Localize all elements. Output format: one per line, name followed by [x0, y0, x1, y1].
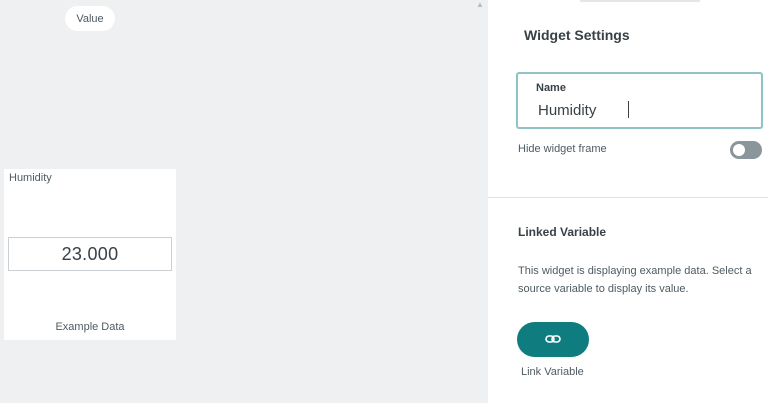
widget-value-text: 23.000: [61, 243, 119, 264]
name-input[interactable]: [538, 99, 738, 121]
section-divider: [488, 197, 768, 198]
humidity-value-widget[interactable]: Humidity 23.000 Example Data: [4, 169, 176, 340]
widget-settings-panel: Widget Settings Name Hide widget frame L…: [488, 0, 768, 403]
widget-title: Humidity: [9, 172, 52, 184]
widget-value-display: 23.000: [8, 237, 172, 271]
name-field[interactable]: Name: [516, 72, 763, 129]
scroll-up-caret-icon[interactable]: ▲: [476, 0, 484, 9]
hide-frame-toggle[interactable]: [730, 141, 762, 159]
panel-top-handle: [580, 0, 700, 2]
text-cursor: [628, 101, 629, 118]
link-variable-caption[interactable]: Link Variable: [521, 366, 584, 378]
link-icon: [545, 332, 561, 347]
linked-variable-description: This widget is displaying example data. …: [518, 265, 752, 295]
widget-footer-label: Example Data: [55, 321, 125, 333]
panel-title: Widget Settings: [524, 27, 630, 43]
toggle-knob: [733, 144, 745, 156]
link-variable-button[interactable]: [517, 322, 589, 357]
hide-frame-label: Hide widget frame: [518, 143, 607, 155]
name-field-label: Name: [536, 82, 566, 94]
linked-variable-heading: Linked Variable: [518, 225, 607, 239]
value-widget-pill[interactable]: Value: [65, 6, 115, 31]
dashboard-editor: Value Humidity 23.000 Example Data ▲ Wid…: [0, 0, 768, 403]
value-pill-label: Value: [76, 12, 104, 25]
dashboard-canvas[interactable]: Value Humidity 23.000 Example Data ▲: [0, 0, 488, 403]
